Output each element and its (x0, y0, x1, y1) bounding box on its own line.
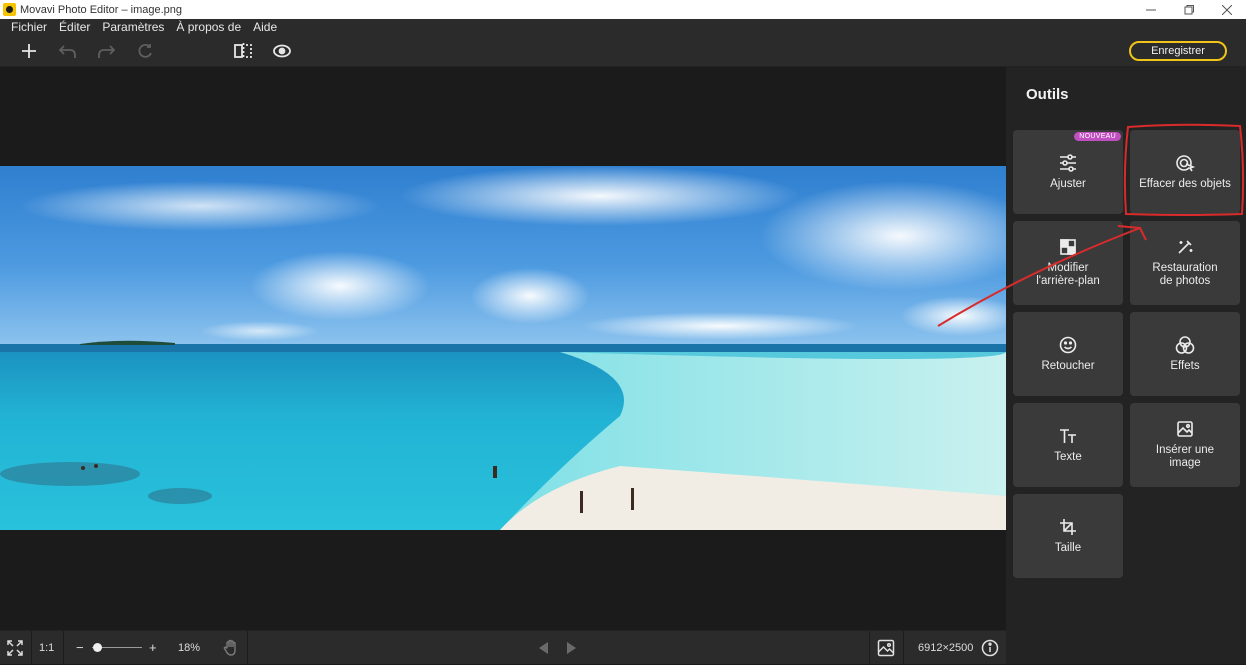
tools-panel: Outils NOUVEAU Ajuster Effacer des objet… (1006, 67, 1246, 664)
tool-size-label: Taille (1054, 541, 1082, 554)
tool-change-background-label: Modifier l'arrière-plan (1036, 262, 1100, 287)
tool-effects[interactable]: Effets (1130, 312, 1240, 396)
add-icon[interactable] (18, 40, 40, 62)
menu-about[interactable]: À propos de (176, 19, 241, 35)
zoom-out-button[interactable]: − (76, 640, 84, 655)
tool-retouch[interactable]: Retoucher (1013, 312, 1123, 396)
close-icon[interactable] (1208, 0, 1246, 19)
title-bar: Movavi Photo Editor – image.png (0, 0, 1246, 19)
menu-settings[interactable]: Paramètres (102, 19, 164, 35)
zoom-level: 18% (178, 642, 201, 654)
eraser-cursor-icon (1176, 154, 1195, 171)
new-badge: NOUVEAU (1074, 132, 1121, 141)
actual-size-button[interactable]: 1:1 (39, 642, 54, 654)
tool-photo-restoration[interactable]: Restauration de photos (1130, 221, 1240, 305)
save-button[interactable]: Enregistrer (1129, 41, 1227, 61)
menu-bar: Fichier Éditer Paramètres À propos de Ai… (0, 19, 1246, 35)
window-title: Movavi Photo Editor – image.png (20, 3, 183, 16)
reset-icon[interactable] (134, 40, 156, 62)
fullscreen-icon[interactable] (7, 640, 23, 661)
menu-help[interactable]: Aide (253, 19, 277, 35)
panel-title: Outils (1026, 86, 1069, 103)
circles-icon (1175, 335, 1195, 354)
magic-wand-icon (1178, 240, 1193, 254)
menu-file[interactable]: Fichier (11, 19, 47, 35)
sliders-icon (1060, 153, 1076, 172)
tool-adjust[interactable]: NOUVEAU Ajuster (1013, 130, 1123, 214)
tool-adjust-label: Ajuster (1050, 177, 1086, 190)
tool-retouch-label: Retoucher (1041, 359, 1095, 372)
tool-text[interactable]: Texte (1013, 403, 1123, 487)
image-dimensions: 6912×2500 (918, 642, 974, 654)
minimize-icon[interactable] (1132, 0, 1170, 19)
zoom-in-button[interactable]: + (149, 640, 157, 655)
crop-icon (1060, 518, 1076, 535)
tool-insert-image[interactable]: Insérer une image (1130, 403, 1240, 487)
checkerboard-icon (1060, 239, 1076, 255)
hand-icon[interactable] (222, 639, 240, 662)
info-icon[interactable] (981, 639, 999, 662)
editor-canvas[interactable] (0, 67, 1006, 630)
redo-icon[interactable] (95, 40, 117, 62)
tool-change-background[interactable]: Modifier l'arrière-plan (1013, 221, 1123, 305)
maximize-icon[interactable] (1170, 0, 1208, 19)
app-logo-icon (3, 3, 16, 16)
menu-edit[interactable]: Éditer (59, 19, 90, 35)
tool-effects-label: Effets (1170, 359, 1200, 372)
prev-arrow-icon[interactable] (537, 641, 549, 660)
tool-photo-restoration-label: Restauration de photos (1152, 262, 1218, 287)
zoom-slider-knob[interactable] (93, 643, 102, 652)
window-controls (1132, 0, 1246, 19)
tool-size[interactable]: Taille (1013, 494, 1123, 578)
image-icon[interactable] (877, 639, 895, 662)
tool-erase-objects[interactable]: Effacer des objets (1130, 130, 1240, 214)
text-tt-icon (1060, 428, 1076, 443)
beach-photo (0, 166, 1006, 530)
tool-insert-image-label: Insérer une image (1155, 444, 1215, 469)
bottom-bar: 1:1 − + 18% 6912×2500 (0, 630, 1006, 665)
preview-eye-icon[interactable] (271, 40, 293, 62)
toolbar: Enregistrer (0, 35, 1246, 67)
next-arrow-icon[interactable] (566, 641, 578, 660)
tool-erase-objects-label: Effacer des objets (1139, 177, 1231, 190)
undo-icon[interactable] (57, 40, 79, 62)
tool-text-label: Texte (1054, 450, 1082, 463)
compare-icon[interactable] (232, 40, 254, 62)
smiley-icon (1059, 336, 1077, 353)
image-insert-icon (1177, 421, 1193, 437)
